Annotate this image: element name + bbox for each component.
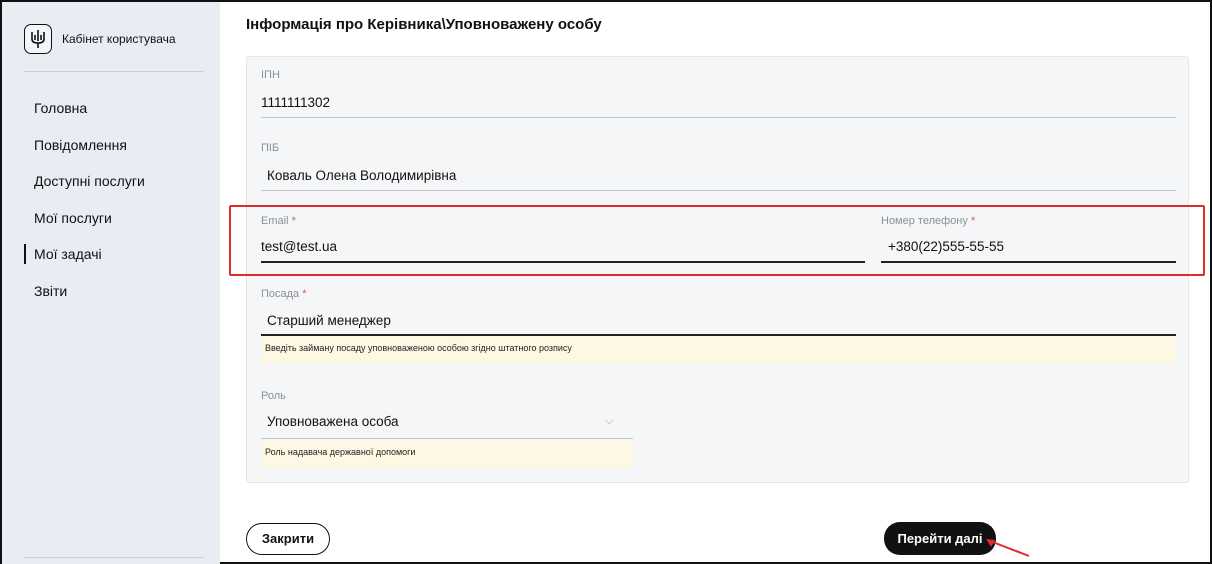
pib-label: ПІБ: [261, 142, 280, 154]
sidebar-nav: Головна Повідомлення Доступні послуги Мо…: [2, 90, 220, 309]
main-content: Інформація про Керівника\Уповноважену ос…: [220, 2, 1210, 564]
brand[interactable]: Кабінет користувача: [24, 24, 176, 54]
ipn-field: ІПН 1111111302: [261, 69, 1176, 119]
position-required-mark: *: [302, 288, 307, 300]
role-select[interactable]: Уповноважена особа: [267, 414, 639, 429]
role-label: Роль: [261, 390, 286, 402]
pib-underline: [261, 190, 1176, 191]
next-button[interactable]: Перейти далі: [884, 522, 996, 555]
role-underline: [261, 438, 633, 439]
sidebar-item-home[interactable]: Головна: [2, 90, 220, 127]
ipn-label: ІПН: [261, 69, 280, 81]
ipn-underline: [261, 117, 1176, 118]
chevron-down-icon[interactable]: ⌵: [605, 415, 613, 428]
sidebar: Кабінет користувача Головна Повідомлення…: [2, 2, 220, 564]
role-field[interactable]: Роль Уповноважена особа ⌵ Роль надавача …: [261, 390, 633, 470]
sidebar-item-available-services[interactable]: Доступні послуги: [2, 163, 220, 200]
trident-icon: [24, 24, 52, 54]
close-button[interactable]: Закрити: [246, 523, 330, 555]
role-hint: Роль надавача державної допомоги: [261, 440, 633, 468]
sidebar-divider-bottom: [24, 557, 204, 558]
position-input[interactable]: Старший менеджер: [267, 313, 1182, 328]
annotation-highlight-box: [229, 205, 1205, 276]
sidebar-divider-top: [24, 71, 204, 72]
pib-value: Коваль Олена Володимирівна: [267, 168, 457, 183]
annotation-arrow-icon: [986, 539, 1030, 557]
position-field[interactable]: Посада * Старший менеджер Введіть займан…: [261, 288, 1176, 368]
pib-field: ПІБ Коваль Олена Володимирівна: [261, 142, 1176, 192]
position-label: Посада *: [261, 288, 1176, 300]
brand-title: Кабінет користувача: [62, 32, 176, 46]
position-hint: Введіть займану посаду уповноваженою осо…: [261, 336, 1176, 364]
sidebar-item-messages[interactable]: Повідомлення: [2, 127, 220, 164]
sidebar-item-my-tasks[interactable]: Мої задачі: [2, 236, 220, 273]
page-title: Інформація про Керівника\Уповноважену ос…: [246, 16, 602, 33]
ipn-value: 1111111302: [261, 95, 331, 110]
sidebar-item-my-services[interactable]: Мої послуги: [2, 200, 220, 237]
position-label-text: Посада: [261, 288, 300, 300]
sidebar-item-reports[interactable]: Звіти: [2, 273, 220, 310]
